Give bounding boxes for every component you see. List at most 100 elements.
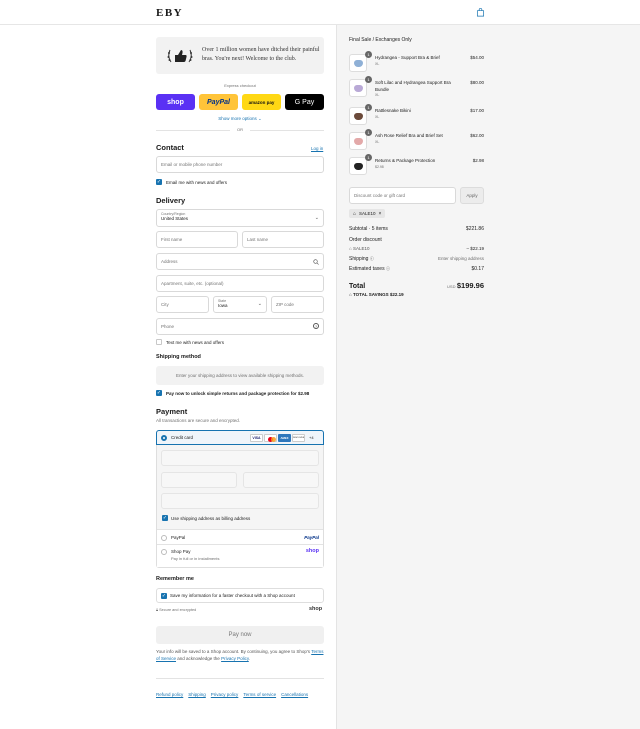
privacy-policy-link[interactable]: Privacy Policy xyxy=(221,656,249,661)
expiration-field[interactable] xyxy=(161,472,237,488)
visa-icon: VISA xyxy=(250,434,263,442)
product-thumbnail xyxy=(349,157,367,175)
shipping-policy-link[interactable]: Shipping xyxy=(188,692,206,697)
refund-policy-link[interactable]: Refund policy xyxy=(156,692,183,697)
privacy-policy-footer-link[interactable]: Privacy policy xyxy=(211,692,239,697)
product-image xyxy=(354,85,363,92)
express-checkout-title: Express checkout xyxy=(224,83,256,88)
product-name: Soft Lilac and Hydrangea Support Bra Bun… xyxy=(375,80,451,92)
tag-icon: ⌂ xyxy=(349,246,352,251)
divider xyxy=(156,678,324,679)
product-price: $17.00 xyxy=(470,108,484,113)
phone-field[interactable]: Phone ? xyxy=(156,318,324,335)
last-name-field[interactable] xyxy=(242,231,324,248)
more-cards-badge: +4 xyxy=(309,435,314,440)
chevron-down-icon: ⌄ xyxy=(314,215,319,221)
quantity-badge: 1 xyxy=(365,51,372,58)
credit-card-label: Credit card xyxy=(171,435,194,440)
save-info-checkbox[interactable]: ✓ xyxy=(161,592,167,599)
card-number-field[interactable] xyxy=(161,450,319,466)
payment-heading: Payment xyxy=(156,407,188,416)
paypal-button[interactable]: PayPal xyxy=(199,94,238,110)
discount-code-name: SALE10 xyxy=(352,246,370,251)
shop-pay-label: shop xyxy=(167,98,184,106)
pay-now-button[interactable]: Pay now xyxy=(156,626,324,644)
product-variant: XL xyxy=(375,93,380,97)
product-price: $62.00 xyxy=(470,133,484,138)
save-info-label: Save my information for a faster checkou… xyxy=(170,593,295,598)
text-news-checkbox[interactable] xyxy=(156,339,162,345)
help-icon[interactable]: ⓘ xyxy=(386,266,390,271)
billing-address-checkbox[interactable]: ✓ xyxy=(162,515,168,521)
zip-field[interactable] xyxy=(271,296,324,313)
divider xyxy=(156,130,230,131)
shopping-bag-icon[interactable] xyxy=(476,8,485,17)
subtotal-value: $221.86 xyxy=(465,226,484,232)
terms-of-service-footer-link[interactable]: Terms of service xyxy=(243,692,276,697)
discount-amount: – $22.19 xyxy=(466,246,484,251)
phone-placeholder: Phone xyxy=(161,324,175,329)
shop-pay-button[interactable]: shop xyxy=(156,94,195,110)
show-more-options-link[interactable]: Show more options ⌄ xyxy=(156,116,324,122)
city-field[interactable] xyxy=(156,296,209,313)
shipping-value: Enter shipping address xyxy=(437,256,484,261)
help-icon[interactable]: ? xyxy=(313,323,319,329)
product-name: Returns & Package Protection xyxy=(375,158,436,163)
shop-pay-option[interactable]: Shop Pay Pay in full or in installments … xyxy=(157,545,323,567)
email-news-checkbox[interactable]: ✓ xyxy=(156,179,162,185)
email-field[interactable] xyxy=(156,156,324,173)
product-variant: XL xyxy=(375,140,380,144)
paypal-option[interactable]: PayPal PayPal xyxy=(157,529,323,545)
taxes-row: Estimated taxes ⓘ $0.17 xyxy=(349,266,484,272)
shop-pay-option-label: Shop Pay xyxy=(171,549,191,554)
savings-value: $22.19 xyxy=(389,292,404,297)
credit-card-option[interactable]: Credit card VISA AMEX DISCOVER +4 xyxy=(156,430,324,445)
divider xyxy=(250,130,324,131)
shop-pay-radio[interactable] xyxy=(161,549,167,555)
quantity-badge: 1 xyxy=(365,76,372,83)
product-image xyxy=(354,163,363,170)
country-select[interactable]: Country/Region United States ⌄ xyxy=(156,209,324,227)
discount-code-field[interactable] xyxy=(349,187,456,204)
first-name-field[interactable] xyxy=(156,231,238,248)
state-select[interactable]: State Iowa ⌄ xyxy=(213,296,267,313)
country-value: United States xyxy=(161,216,189,221)
chevron-down-icon: ⌄ xyxy=(258,116,262,121)
applied-code: SALE10 xyxy=(359,211,376,216)
legal-prefix: Your info will be saved to a Shop accoun… xyxy=(156,649,311,654)
name-on-card-field[interactable] xyxy=(161,493,319,509)
address-field[interactable]: Address xyxy=(156,253,324,270)
amazon-pay-button[interactable]: amazon pay xyxy=(242,94,281,110)
delivery-heading: Delivery xyxy=(156,196,186,205)
email-news-label: Email me with news and offers xyxy=(166,179,227,185)
cancellations-link[interactable]: Cancellations xyxy=(281,692,308,697)
apartment-field[interactable] xyxy=(156,275,324,292)
apply-button[interactable]: Apply xyxy=(460,187,484,204)
quantity-badge: 1 xyxy=(365,104,372,111)
product-price: $80.00 xyxy=(470,80,484,85)
paypal-option-label: PayPal xyxy=(171,535,186,540)
secure-text: Secure and encrypted xyxy=(159,608,197,612)
discount-code-row: ⌂ SALE10 – $22.19 xyxy=(349,246,484,251)
currency: USD xyxy=(447,284,456,289)
legal-end: . xyxy=(248,656,251,661)
google-pay-button[interactable]: G Pay xyxy=(285,94,324,110)
total-value: $199.96 xyxy=(456,281,484,290)
store-logo[interactable]: EBY xyxy=(156,7,183,19)
taxes-label: Estimated taxes xyxy=(349,266,385,272)
product-thumbnail xyxy=(349,132,367,150)
savings-label: TOTAL SAVINGS xyxy=(352,292,389,297)
billing-address-label: Use shipping address as billing address xyxy=(171,515,251,521)
save-info-box: ✓ Save my information for a faster check… xyxy=(156,588,324,603)
help-icon[interactable]: ⓘ xyxy=(370,256,374,261)
close-icon[interactable]: × xyxy=(379,211,382,217)
remember-me-heading: Remember me xyxy=(156,576,194,582)
paypal-logo: PayPal xyxy=(304,535,319,540)
credit-card-radio[interactable] xyxy=(161,435,167,441)
paypal-radio[interactable] xyxy=(161,535,167,541)
applied-discount-tag: ⌂ SALE10 × xyxy=(349,209,386,218)
package-protection-checkbox[interactable]: ✓ xyxy=(156,390,162,396)
thumbs-up-laurel-icon xyxy=(167,49,193,63)
security-code-field[interactable] xyxy=(243,472,319,488)
login-link[interactable]: Log in xyxy=(311,146,323,151)
